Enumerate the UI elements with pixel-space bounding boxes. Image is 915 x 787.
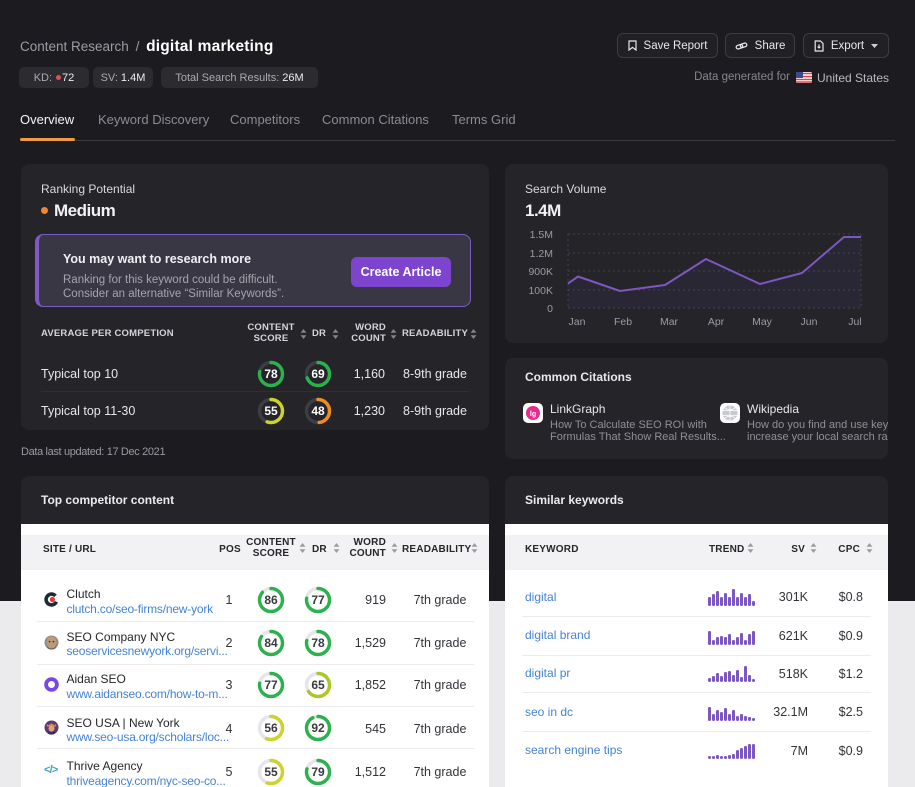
svg-text:1.2M: 1.2M xyxy=(530,248,553,260)
svg-text:55: 55 xyxy=(264,404,278,418)
svg-text:1.5M: 1.5M xyxy=(530,229,553,241)
svg-text:69: 69 xyxy=(311,367,325,381)
svg-text:lg: lg xyxy=(530,411,536,418)
svg-text:Feb: Feb xyxy=(614,316,632,328)
svg-text:79: 79 xyxy=(311,765,325,779)
svg-text:77: 77 xyxy=(264,678,278,692)
svg-text:100K: 100K xyxy=(528,285,553,297)
svg-text:Apr: Apr xyxy=(708,316,725,328)
svg-text:May: May xyxy=(752,316,773,328)
svg-text:78: 78 xyxy=(311,636,325,650)
svg-text:56: 56 xyxy=(264,721,278,735)
svg-text:55: 55 xyxy=(264,765,278,779)
svg-text:Jun: Jun xyxy=(801,316,818,328)
svg-text:78: 78 xyxy=(264,367,278,381)
svg-text:0: 0 xyxy=(547,303,553,315)
svg-text:48: 48 xyxy=(311,404,325,418)
svg-text:77: 77 xyxy=(311,593,325,607)
svg-text:86: 86 xyxy=(264,593,278,607)
svg-text:Jan: Jan xyxy=(569,316,586,328)
svg-text:Mar: Mar xyxy=(660,316,679,328)
svg-text:65: 65 xyxy=(311,678,325,692)
svg-text:Jul: Jul xyxy=(848,316,861,328)
svg-text:84: 84 xyxy=(264,636,278,650)
svg-text:900K: 900K xyxy=(528,266,553,278)
svg-text:92: 92 xyxy=(311,721,325,735)
